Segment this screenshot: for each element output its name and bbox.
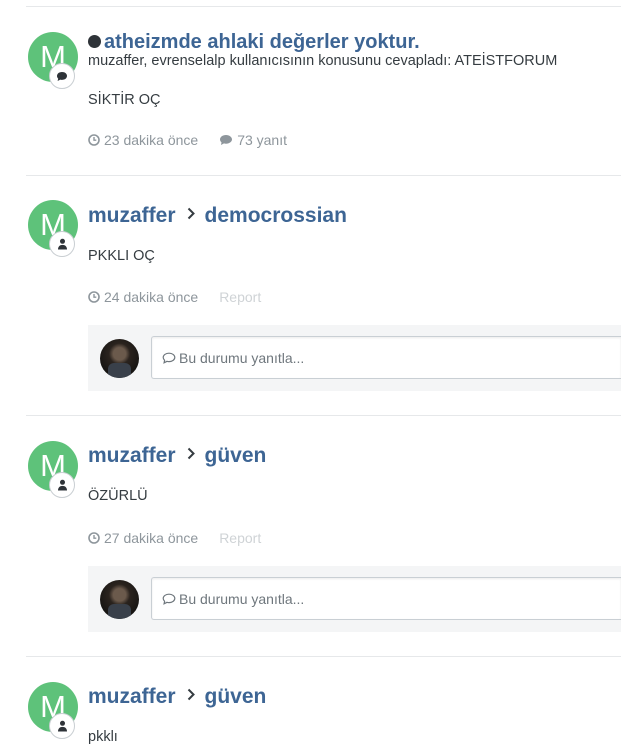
status-heading: muzaffer güven (88, 683, 266, 709)
target-profile-link[interactable]: güven (205, 444, 267, 467)
status-heading: muzaffer güven (88, 442, 266, 468)
clock-icon (88, 532, 100, 544)
activity-description: muzaffer, evrenselalp kullanıcısının kon… (88, 53, 558, 69)
post-time-link[interactable]: 27 dakika önce (104, 530, 198, 546)
chevron-right-icon (187, 683, 195, 707)
user-avatar[interactable]: M (28, 200, 78, 257)
clock-icon (88, 134, 100, 146)
post-meta: 27 dakika önce Report (88, 530, 261, 546)
current-user-avatar (100, 339, 139, 378)
status-body: ÖZÜRLÜ (88, 488, 148, 504)
report-link[interactable]: Report (219, 530, 261, 546)
post-meta: 24 dakika önce Report (88, 289, 261, 305)
current-user-avatar (100, 580, 139, 619)
user-avatar[interactable]: M (28, 32, 78, 89)
target-profile-link[interactable]: democrossian (205, 204, 347, 227)
reply-count: 73 yanıt (237, 132, 288, 148)
divider (26, 415, 621, 416)
comment-icon (219, 134, 233, 146)
status-heading: muzaffer democrossian (88, 202, 347, 228)
user-avatar[interactable]: M (28, 682, 78, 739)
clock-icon (88, 291, 100, 303)
author-link[interactable]: muzaffer (88, 685, 176, 708)
user-icon (49, 713, 75, 739)
post-meta: 23 dakika önce 73 yanıt (88, 132, 287, 148)
chevron-right-icon (187, 442, 195, 466)
target-profile-link[interactable]: güven (205, 685, 267, 708)
chevron-right-icon (187, 202, 195, 226)
author-link[interactable]: muzaffer (88, 444, 176, 467)
comment-outline-icon (162, 352, 176, 364)
reply-placeholder: Bu durumu yanıtla... (179, 590, 305, 607)
status-body: pkklı (88, 729, 118, 745)
reply-placeholder: Bu durumu yanıtla... (179, 349, 305, 366)
topic-title-link[interactable]: atheizmde ahlaki değerler yoktur. (88, 31, 420, 54)
unread-dot-icon (88, 35, 101, 48)
report-link[interactable]: Report (219, 289, 261, 305)
reply-area: Bu durumu yanıtla... (88, 566, 621, 632)
reply-area: Bu durumu yanıtla... (88, 325, 621, 391)
user-icon (49, 472, 75, 498)
status-body: PKKLI OÇ (88, 248, 155, 264)
author-link[interactable]: muzaffer (88, 204, 176, 227)
activity-feed: M atheizmde ahlaki değerler yoktur. muza… (0, 0, 621, 750)
comment-outline-icon (162, 593, 176, 605)
divider (26, 175, 621, 176)
divider (26, 656, 621, 657)
topic-title: atheizmde ahlaki değerler yoktur. (104, 31, 420, 53)
user-icon (49, 231, 75, 257)
post-body: SİKTİR OÇ (88, 92, 161, 108)
divider (26, 6, 621, 7)
comment-icon (49, 63, 75, 89)
post-time-link[interactable]: 23 dakika önce (104, 132, 198, 148)
reply-input[interactable]: Bu durumu yanıtla... (151, 577, 621, 620)
post-time-link[interactable]: 24 dakika önce (104, 289, 198, 305)
reply-input[interactable]: Bu durumu yanıtla... (151, 336, 621, 379)
user-avatar[interactable]: M (28, 441, 78, 498)
